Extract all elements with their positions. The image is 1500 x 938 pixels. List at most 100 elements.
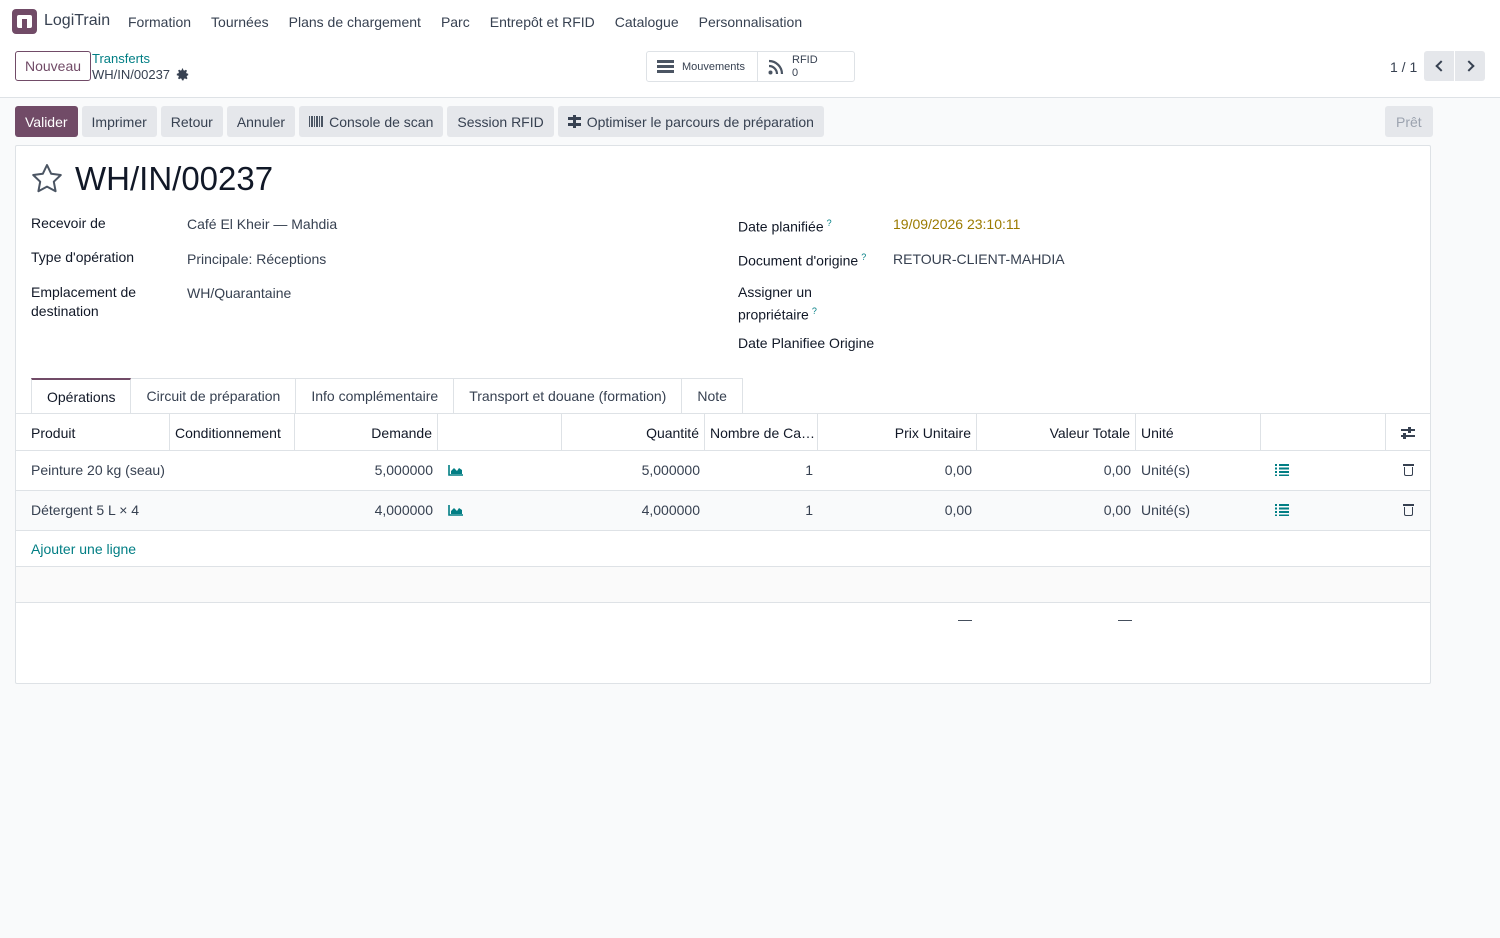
assign-owner-value[interactable] — [893, 285, 1293, 305]
star-icon[interactable] — [31, 163, 63, 194]
forecast-button[interactable] — [438, 491, 562, 529]
column-header-quantity[interactable]: Quantité — [562, 414, 705, 451]
chevron-right-icon — [1462, 60, 1475, 72]
help-icon[interactable]: ? — [812, 306, 817, 316]
breadcrumb-current: WH/IN/00237 — [92, 67, 189, 82]
cell-total-value: 0,00 — [1103, 502, 1131, 518]
destination-location-value[interactable]: WH/Quarantaine — [187, 285, 291, 301]
forecast-button[interactable] — [438, 451, 562, 489]
cell-count[interactable]: 1 — [705, 451, 818, 489]
operation-type-value[interactable]: Principale: Réceptions — [187, 251, 326, 267]
column-header-total-value[interactable]: Valeur Totale — [977, 414, 1136, 451]
menu-item-catalogue[interactable]: Catalogue — [615, 14, 679, 30]
source-document-value[interactable]: RETOUR-CLIENT-MAHDIA — [893, 251, 1065, 267]
column-header-demand[interactable]: Demande — [295, 414, 438, 451]
source-document-label: Document d'origine? — [738, 248, 866, 271]
pager-next-button[interactable] — [1455, 51, 1485, 81]
cell-demand[interactable]: 5,000000 — [295, 451, 438, 489]
empty-row — [16, 567, 1430, 603]
pager-value[interactable]: 1 / 1 — [1390, 59, 1417, 75]
column-header-details — [1261, 414, 1386, 451]
delete-row-button[interactable] — [1386, 451, 1430, 489]
scan-console-button[interactable]: Console de scan — [299, 106, 444, 137]
cell-quantity[interactable]: 5,000000 — [562, 451, 705, 489]
rfid-smart-button[interactable]: RFID 0 — [757, 52, 854, 81]
cell-product[interactable]: Détergent 5 L × 4 — [16, 491, 170, 529]
menu-item-plans[interactable]: Plans de chargement — [289, 14, 421, 30]
column-header-count[interactable]: Nombre de Ca… — [705, 414, 818, 451]
help-icon[interactable]: ? — [827, 218, 832, 228]
cell-total-value: 0,00 — [1103, 462, 1131, 478]
optimize-route-button[interactable]: Optimiser le parcours de préparation — [557, 106, 824, 137]
source-document-label-text: Document d'origine — [738, 252, 859, 269]
form-sheet: WH/IN/00237 Recevoir de Café El Kheir — … — [15, 145, 1431, 684]
details-button[interactable] — [1261, 491, 1386, 529]
add-line-link[interactable]: Ajouter une ligne — [16, 531, 1430, 567]
action-buttons: Valider Imprimer Retour Annuler Console … — [15, 106, 824, 137]
cell-uom[interactable]: Unité(s) — [1136, 451, 1261, 489]
barcode-icon — [309, 116, 324, 127]
tab-additional-info[interactable]: Info complémentaire — [296, 378, 455, 414]
receive-from-value[interactable]: Café El Kheir — Mahdia — [187, 216, 337, 232]
cell-quantity[interactable]: 4,000000 — [562, 491, 705, 529]
new-button[interactable]: Nouveau — [15, 51, 92, 81]
state-ready-badge[interactable]: Prêt — [1385, 106, 1433, 137]
menu-item-entrepot[interactable]: Entrepôt et RFID — [490, 14, 595, 30]
scheduled-date-label: Date planifiée? — [738, 214, 832, 237]
cell-unit-price[interactable]: 0,00 — [818, 491, 977, 529]
column-header-product[interactable]: Produit — [16, 414, 170, 451]
cell-unit-price[interactable]: 0,00 — [818, 451, 977, 489]
return-button[interactable]: Retour — [160, 106, 223, 137]
route-icon — [567, 115, 581, 128]
table-row[interactable]: Peinture 20 kg (seau) 5,000000 5,000000 … — [16, 451, 1430, 491]
tab-note[interactable]: Note — [682, 378, 743, 414]
cell-uom[interactable]: Unité(s) — [1136, 491, 1261, 529]
tab-transport-customs[interactable]: Transport et douane (formation) — [454, 378, 683, 414]
scheduled-date-value[interactable]: 19/09/2026 23:10:11 — [893, 216, 1020, 232]
original-scheduled-date-value[interactable] — [893, 336, 1293, 356]
delete-row-button[interactable] — [1386, 491, 1430, 529]
sum-unit-price: — — [958, 611, 972, 627]
tab-preparation-circuit[interactable]: Circuit de préparation — [131, 378, 297, 414]
cell-count[interactable]: 1 — [705, 491, 818, 529]
menu-item-tournees[interactable]: Tournées — [211, 14, 269, 30]
cell-product[interactable]: Peinture 20 kg (seau) — [16, 451, 170, 489]
tab-operations[interactable]: Opérations — [31, 378, 132, 414]
gear-icon[interactable] — [176, 68, 189, 81]
column-header-uom[interactable]: Unité — [1136, 414, 1261, 451]
pager-previous-button[interactable] — [1424, 51, 1454, 81]
breadcrumb-current-label: WH/IN/00237 — [92, 67, 171, 82]
sliders-icon — [1401, 426, 1415, 439]
app-name[interactable]: LogiTrain — [44, 12, 110, 30]
details-button[interactable] — [1261, 451, 1386, 489]
operation-type-label: Type d'opération — [31, 249, 135, 265]
menu-item-personnalisation[interactable]: Personnalisation — [699, 14, 803, 30]
add-line-label: Ajouter une ligne — [31, 540, 137, 557]
rfid-session-button[interactable]: Session RFID — [447, 106, 554, 137]
operations-table: Produit Conditionnement Demande Quantité… — [16, 413, 1430, 639]
chart-area-icon — [448, 505, 463, 516]
receive-from-label: Recevoir de — [31, 215, 106, 231]
cell-demand[interactable]: 4,000000 — [295, 491, 438, 529]
breadcrumb-parent[interactable]: Transferts — [92, 51, 150, 66]
help-icon[interactable]: ? — [861, 252, 866, 262]
table-row[interactable]: Détergent 5 L × 4 4,000000 4,000000 1 0,… — [16, 491, 1430, 531]
optional-columns-toggle[interactable] — [1386, 414, 1430, 451]
scan-console-label: Console de scan — [329, 113, 434, 130]
control-panel: Nouveau Transferts WH/IN/00237 Mouvement… — [0, 44, 1500, 98]
cell-packaging[interactable] — [170, 491, 295, 529]
menu-item-parc[interactable]: Parc — [441, 14, 470, 30]
menu-item-formation[interactable]: Formation — [128, 14, 191, 30]
column-header-unit-price[interactable]: Prix Unitaire — [818, 414, 977, 451]
validate-button[interactable]: Valider — [15, 106, 78, 137]
cell-packaging[interactable] — [170, 451, 295, 489]
moves-smart-button[interactable]: Mouvements — [647, 52, 757, 81]
cancel-button[interactable]: Annuler — [226, 106, 296, 137]
rfid-label: RFID — [792, 53, 818, 66]
trash-icon — [1402, 503, 1414, 517]
app-logo-icon[interactable] — [12, 9, 37, 34]
column-header-packaging[interactable]: Conditionnement — [170, 414, 295, 451]
print-button[interactable]: Imprimer — [81, 106, 157, 137]
main-menu: Formation Tournées Plans de chargement P… — [128, 14, 822, 30]
assign-owner-label: Assigner un propriétaire? — [738, 283, 848, 325]
